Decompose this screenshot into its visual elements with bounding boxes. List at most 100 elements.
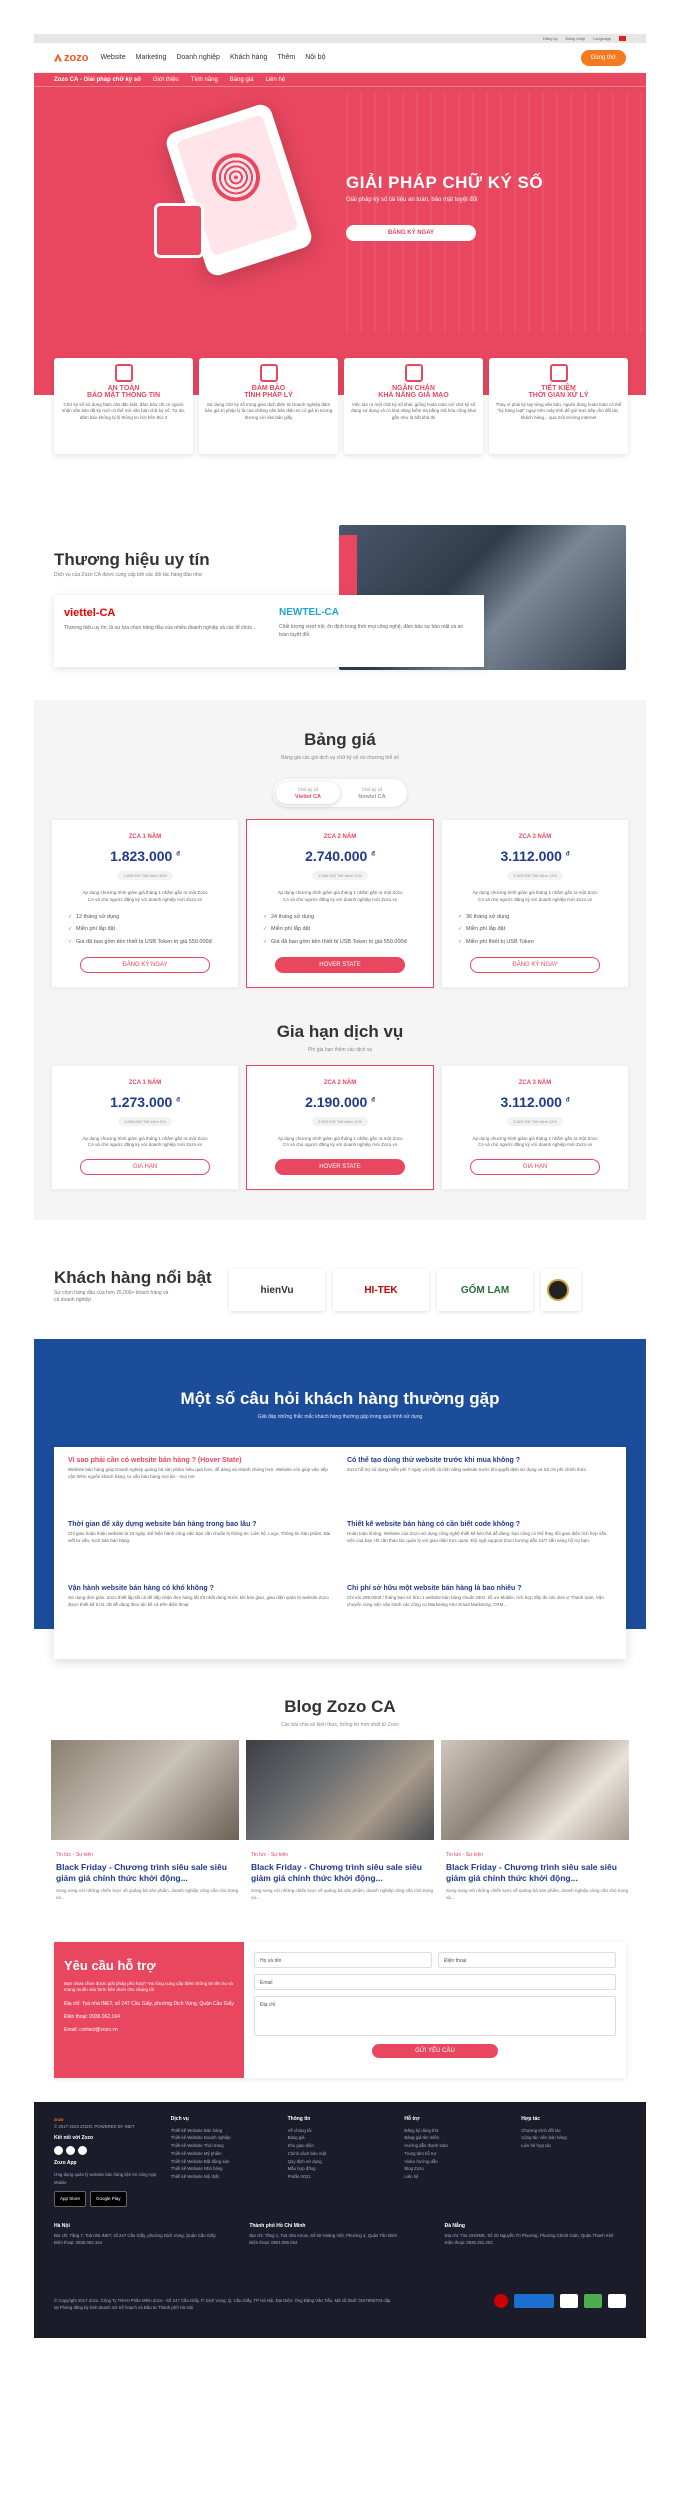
footer-link[interactable]: Trung tâm hỗ trợ (404, 2150, 509, 2158)
faq-item[interactable]: Thiết kế website bán hàng có cần biết co… (347, 1521, 612, 1585)
post-category[interactable]: Tin tức - Sự kiện (246, 1852, 434, 1858)
post-image[interactable] (441, 1740, 629, 1841)
app-store-button[interactable]: App Store (54, 2190, 87, 2207)
blog-post[interactable]: Tin tức - Sự kiện Black Friday - Chương … (246, 1740, 434, 1902)
secure-badge-icon[interactable] (584, 2293, 602, 2308)
customer-logo[interactable]: HI-TEK (333, 1269, 429, 1312)
plan-feature: Miễn phí lắp đặt (458, 926, 612, 934)
footer-link[interactable]: Blog Zozo (404, 2165, 509, 2173)
nav-doanh-nghiep[interactable]: Doanh nghiệp (176, 54, 220, 61)
facebook-icon[interactable] (54, 2146, 63, 2156)
plan-register-button[interactable]: HOVER STATE (275, 956, 405, 973)
hourglass-icon (549, 364, 568, 382)
footer-logo[interactable]: zozo (54, 2116, 159, 2124)
post-image[interactable] (51, 1740, 239, 1841)
nav-them[interactable]: Thêm (277, 54, 295, 61)
plan-desc: Áp dụng chương trình giảm giá tháng 1 nh… (277, 1135, 403, 1148)
plan-feature: 12 tháng sử dụng (68, 914, 222, 922)
renew-button[interactable]: GIA HẠN (470, 1159, 600, 1176)
footer-link[interactable]: Hướng dẫn thanh toán (404, 2142, 509, 2150)
tab-viettel[interactable]: Chữ ký số Viettel CA (276, 782, 340, 804)
language-selector[interactable]: Language (593, 36, 611, 41)
faq-item[interactable]: Có thể tạo dùng thử website trước khi mu… (347, 1457, 612, 1521)
plan-desc: Áp dụng chương trình giảm giá tháng 1 nh… (82, 890, 208, 902)
footer-link[interactable]: Thiết kế Website Mỹ phẩm (171, 2150, 276, 2158)
faq-item[interactable]: Vì sao phải cần có website bán hàng ? (H… (68, 1457, 333, 1521)
subnav-bang-gia[interactable]: Bảng giá (230, 77, 254, 83)
blog-post[interactable]: Tin tức - Sự kiện Black Friday - Chương … (51, 1740, 239, 1902)
footer-link[interactable]: Mẫu hợp đồng (288, 2165, 393, 2173)
partner-cards: viettel-CA Thương hiệu uy tín, là sự lựa… (54, 595, 484, 667)
nav-noi-bo[interactable]: Nội bộ (305, 54, 325, 61)
footer-link[interactable]: Bảng giá (288, 2134, 393, 2142)
address-field[interactable]: Địa chỉ (254, 1995, 616, 2036)
nav-marketing[interactable]: Marketing (136, 54, 167, 61)
footer-link[interactable]: Thiết kế Website Nội thất (171, 2173, 276, 2181)
logo[interactable]: zozo (54, 52, 88, 64)
support-phone[interactable]: Điện thoại: 0936.062.164 (64, 2014, 234, 2020)
support-email[interactable]: Email: contact@zozo.vn (64, 2027, 234, 2033)
footer-link[interactable]: Về chúng tôi (288, 2127, 393, 2135)
phone-field[interactable]: Điện thoại (438, 1951, 616, 1968)
footer-link[interactable]: Cộng tác viên bán hàng (521, 2134, 626, 2142)
zalo-icon[interactable] (78, 2146, 87, 2156)
register-link[interactable]: Đăng ký (543, 36, 558, 41)
certification-badges (494, 2293, 626, 2308)
plan-register-button[interactable]: ĐĂNG KÝ NGAY (470, 956, 600, 973)
ssl-badge-icon[interactable] (560, 2293, 578, 2308)
plan-register-button[interactable]: ĐĂNG KÝ NGAY (80, 956, 210, 973)
customer-logo[interactable]: hienVu (229, 1269, 325, 1312)
footer-link[interactable]: Liên hệ hợp tác (521, 2142, 626, 2150)
renew-button[interactable]: GIA HẠN (80, 1159, 210, 1176)
faq-item[interactable]: Chi phí sở hữu một website bán hàng là b… (347, 1585, 612, 1649)
post-image[interactable] (246, 1740, 434, 1841)
google-play-button[interactable]: Google Play (90, 2190, 127, 2207)
footer-link[interactable]: Thiết kế Website Bán hàng (171, 2127, 276, 2135)
footer-link[interactable]: Thiết kế Website Doanh nghiệp (171, 2134, 276, 2142)
nav-website[interactable]: Website (100, 54, 125, 61)
faq-item[interactable]: Thời gian để xây dựng website bán hàng t… (68, 1521, 333, 1585)
post-category[interactable]: Tin tức - Sự kiện (441, 1852, 629, 1858)
footer-link[interactable]: Chương trình đối tác (521, 2127, 626, 2135)
subnav-gioi-thieu[interactable]: Giới thiệu (153, 77, 179, 83)
bocongthuong-badge-icon[interactable] (514, 2293, 554, 2308)
send-request-button[interactable]: GỬI YÊU CẦU (372, 2043, 498, 2058)
faq-item[interactable]: Vận hành website bán hàng có khó không ?… (68, 1585, 333, 1649)
subnav-home[interactable]: Zozo CA - Giải pháp chữ ký số (54, 77, 141, 83)
renew-button[interactable]: HOVER STATE (275, 1159, 405, 1176)
footer-link[interactable]: Chính sách bảo mật (288, 2150, 393, 2158)
footer-link[interactable]: Thiết kế Website Thời trang (171, 2142, 276, 2150)
post-title[interactable]: Black Friday - Chương trình siêu sale si… (246, 1862, 434, 1884)
dmca-badge-icon[interactable] (494, 2293, 508, 2308)
trial-button[interactable]: Dùng thử (580, 49, 626, 66)
footer-link[interactable]: Quy định sử dụng (288, 2158, 393, 2166)
footer-link[interactable]: Khu giao diện (288, 2142, 393, 2150)
footer-link[interactable]: Thiết kế Website Nhà hàng (171, 2165, 276, 2173)
footer-link[interactable]: Profile 2021 (288, 2173, 393, 2181)
customer-logo[interactable]: GỐM LAM (437, 1269, 533, 1312)
login-link[interactable]: Đăng nhập (566, 36, 586, 41)
flag-icon[interactable] (619, 36, 626, 41)
tab-newtel[interactable]: Chữ ký số Newtel CA (340, 782, 404, 804)
hero-register-button[interactable]: ĐĂNG KÝ NGAY (346, 225, 476, 241)
verified-badge-icon[interactable] (608, 2293, 626, 2308)
post-category[interactable]: Tin tức - Sự kiện (51, 1852, 239, 1858)
footer-link[interactable]: Liên hệ (404, 2173, 509, 2181)
blog-post[interactable]: Tin tức - Sự kiện Black Friday - Chương … (441, 1740, 629, 1902)
footer-link[interactable]: Video hướng dẫn (404, 2158, 509, 2166)
subnav-tinh-nang[interactable]: Tính năng (191, 77, 218, 83)
email-field[interactable]: Email (254, 1973, 616, 1990)
subnav-lien-he[interactable]: Liên hệ (265, 77, 285, 83)
footer-link[interactable]: Bảng giá tên miền (404, 2134, 509, 2142)
post-title[interactable]: Black Friday - Chương trình siêu sale si… (441, 1862, 629, 1884)
customer-logo[interactable] (541, 1269, 581, 1312)
main-nav: Website Marketing Doanh nghiệp Khách hàn… (100, 54, 569, 61)
post-excerpt: Song song với những chiến lược về quảng … (446, 1888, 629, 1900)
post-title[interactable]: Black Friday - Chương trình siêu sale si… (51, 1862, 239, 1884)
pricing-title: Bảng giá (304, 730, 376, 749)
youtube-icon[interactable] (66, 2146, 75, 2156)
nav-khach-hang[interactable]: Khách hàng (230, 54, 267, 61)
name-field[interactable]: Họ và tên (254, 1951, 432, 1968)
footer-link[interactable]: Đăng ký dùng thử (404, 2127, 509, 2135)
footer-link[interactable]: Thiết kế Website Bất động sản (171, 2158, 276, 2166)
